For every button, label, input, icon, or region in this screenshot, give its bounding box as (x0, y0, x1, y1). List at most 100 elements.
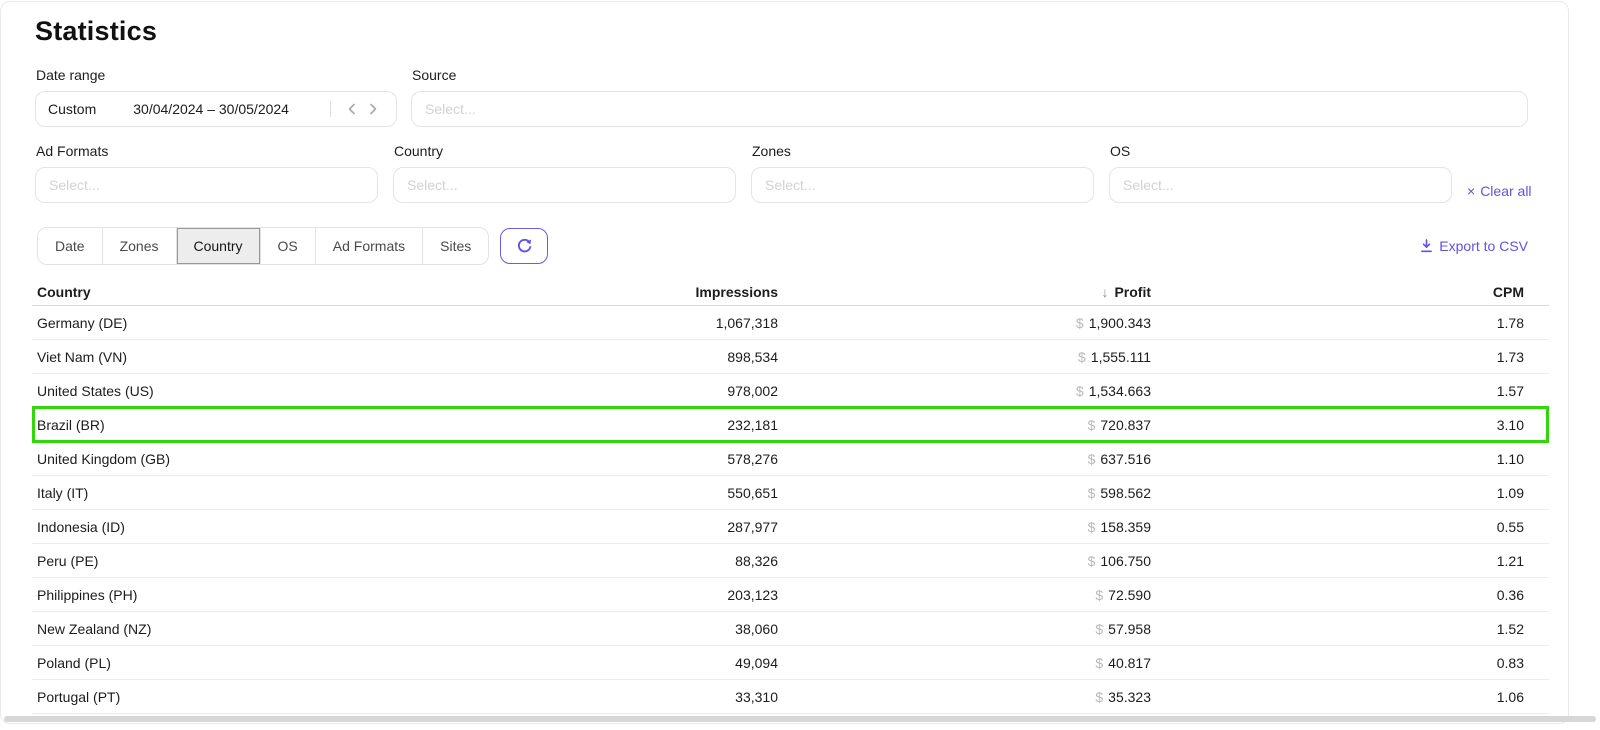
next-range-button[interactable] (362, 98, 384, 120)
ad-formats-select[interactable] (35, 167, 378, 203)
currency-symbol: $ (1088, 519, 1096, 535)
chevron-right-icon (369, 103, 378, 115)
impressions-cell: 287,977 (478, 519, 778, 535)
profit-cell: $106.750 (778, 553, 1151, 569)
table-row[interactable]: United Kingdom (GB) 578,276 $637.516 1.1… (32, 442, 1549, 476)
refresh-icon (515, 237, 534, 256)
refresh-button[interactable] (500, 228, 548, 264)
previous-range-button[interactable] (340, 98, 362, 120)
profit-cell: $1,900.343 (778, 315, 1151, 331)
cpm-cell: 1.21 (1151, 553, 1524, 569)
impressions-cell: 232,181 (478, 417, 778, 433)
clear-all-button[interactable]: × Clear all (1467, 183, 1532, 199)
currency-symbol: $ (1095, 689, 1103, 705)
country-cell: Poland (PL) (37, 655, 478, 671)
tab-date[interactable]: Date (38, 228, 103, 264)
profit-cell: $1,555.111 (778, 349, 1151, 365)
export-csv-button[interactable]: Export to CSV (1420, 238, 1528, 254)
profit-cell: $598.562 (778, 485, 1151, 501)
table-row[interactable]: Italy (IT) 550,651 $598.562 1.09 (32, 476, 1549, 510)
table-row[interactable]: Germany (DE) 1,067,318 $1,900.343 1.78 (32, 306, 1549, 340)
table-row[interactable]: Indonesia (ID) 287,977 $158.359 0.55 (32, 510, 1549, 544)
page-title: Statistics (35, 16, 1600, 47)
table-row[interactable]: Philippines (PH) 203,123 $72.590 0.36 (32, 578, 1549, 612)
currency-symbol: $ (1088, 451, 1096, 467)
country-cell: Germany (DE) (37, 315, 478, 331)
profit-cell: $158.359 (778, 519, 1151, 535)
impressions-cell: 1,067,318 (478, 315, 778, 331)
impressions-cell: 550,651 (478, 485, 778, 501)
country-cell: United Kingdom (GB) (37, 451, 478, 467)
column-header-impressions[interactable]: Impressions (478, 284, 778, 300)
table-row[interactable]: Viet Nam (VN) 898,534 $1,555.111 1.73 (32, 340, 1549, 374)
cpm-cell: 1.57 (1151, 383, 1524, 399)
report-tabs: DateZonesCountryOSAd FormatsSites (37, 227, 489, 265)
os-select[interactable] (1109, 167, 1452, 203)
zones-label: Zones (752, 143, 1094, 159)
column-header-profit[interactable]: ↓Profit (778, 284, 1151, 300)
impressions-cell: 49,094 (478, 655, 778, 671)
profit-cell: $40.817 (778, 655, 1151, 671)
country-cell: Indonesia (ID) (37, 519, 478, 535)
date-range-label: Date range (36, 67, 397, 83)
cpm-cell: 1.78 (1151, 315, 1524, 331)
cpm-cell: 0.36 (1151, 587, 1524, 603)
table-body: Germany (DE) 1,067,318 $1,900.343 1.78 V… (32, 306, 1549, 714)
impressions-cell: 898,534 (478, 349, 778, 365)
table-row[interactable]: Brazil (BR) 232,181 $720.837 3.10 (32, 408, 1549, 442)
impressions-cell: 88,326 (478, 553, 778, 569)
column-header-country[interactable]: Country (37, 284, 478, 300)
export-csv-label: Export to CSV (1439, 238, 1528, 254)
chevron-left-icon (347, 103, 356, 115)
tab-os[interactable]: OS (261, 228, 316, 264)
country-cell: Italy (IT) (37, 485, 478, 501)
horizontal-scrollbar[interactable] (4, 716, 1596, 722)
tab-sites[interactable]: Sites (423, 228, 488, 264)
table-row[interactable]: New Zealand (NZ) 38,060 $57.958 1.52 (32, 612, 1549, 646)
currency-symbol: $ (1095, 587, 1103, 603)
source-select[interactable] (411, 91, 1528, 127)
table-row[interactable]: United States (US) 978,002 $1,534.663 1.… (32, 374, 1549, 408)
profit-cell: $57.958 (778, 621, 1151, 637)
currency-symbol: $ (1095, 621, 1103, 637)
date-range-value[interactable]: 30/04/2024 – 30/05/2024 (96, 101, 326, 117)
country-cell: United States (US) (37, 383, 478, 399)
country-cell: Brazil (BR) (37, 417, 478, 433)
profit-cell: $72.590 (778, 587, 1151, 603)
cpm-cell: 1.52 (1151, 621, 1524, 637)
impressions-cell: 38,060 (478, 621, 778, 637)
report-toolbar: DateZonesCountryOSAd FormatsSites Export… (37, 227, 1528, 265)
cpm-cell: 3.10 (1151, 417, 1524, 433)
country-cell: Philippines (PH) (37, 587, 478, 603)
tab-ad-formats[interactable]: Ad Formats (316, 228, 423, 264)
zones-select[interactable] (751, 167, 1094, 203)
filters-section: Date range Custom 30/04/2024 – 30/05/202… (0, 67, 1600, 203)
tab-zones[interactable]: Zones (103, 228, 177, 264)
table-row[interactable]: Peru (PE) 88,326 $106.750 1.21 (32, 544, 1549, 578)
currency-symbol: $ (1088, 417, 1096, 433)
ad-formats-label: Ad Formats (36, 143, 378, 159)
cpm-cell: 1.06 (1151, 689, 1524, 705)
table-row[interactable]: Portugal (PT) 33,310 $35.323 1.06 (32, 680, 1549, 714)
date-range-mode[interactable]: Custom (48, 101, 96, 117)
impressions-cell: 33,310 (478, 689, 778, 705)
currency-symbol: $ (1088, 485, 1096, 501)
sort-desc-icon: ↓ (1101, 284, 1108, 300)
country-select[interactable] (393, 167, 736, 203)
cpm-cell: 1.73 (1151, 349, 1524, 365)
impressions-cell: 203,123 (478, 587, 778, 603)
cpm-cell: 1.10 (1151, 451, 1524, 467)
date-range-picker[interactable]: Custom 30/04/2024 – 30/05/2024 (35, 91, 397, 127)
divider (330, 101, 331, 117)
currency-symbol: $ (1076, 383, 1084, 399)
profit-cell: $637.516 (778, 451, 1151, 467)
download-icon (1420, 239, 1433, 253)
clear-all-label: Clear all (1480, 183, 1531, 199)
profit-cell: $1,534.663 (778, 383, 1151, 399)
os-label: OS (1110, 143, 1452, 159)
country-cell: Viet Nam (VN) (37, 349, 478, 365)
column-header-cpm[interactable]: CPM (1151, 284, 1524, 300)
table-row[interactable]: Poland (PL) 49,094 $40.817 0.83 (32, 646, 1549, 680)
country-cell: Portugal (PT) (37, 689, 478, 705)
tab-country[interactable]: Country (177, 228, 261, 264)
